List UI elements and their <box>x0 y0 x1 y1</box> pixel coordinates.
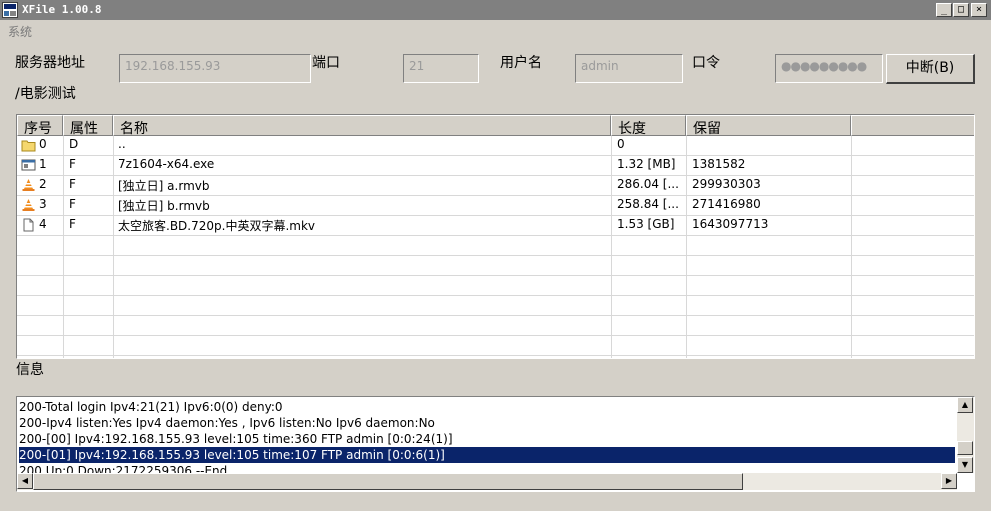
table-row[interactable]: 1 F 7z1604-x64.exe 1.32 [MB] 1381582 <box>17 156 974 176</box>
table-row[interactable]: 3 F [独立日] b.rmvb 258.84 [... 271416980 <box>17 196 974 216</box>
row-attr: D <box>69 137 79 151</box>
scroll-down-icon[interactable]: ▼ <box>957 457 973 473</box>
port-input[interactable]: 21 <box>403 54 479 83</box>
minimize-button[interactable]: _ <box>936 3 952 17</box>
row-attr: F <box>69 197 76 211</box>
row-reserved: 271416980 <box>692 197 761 211</box>
username-input[interactable]: admin <box>575 54 683 83</box>
vertical-scroll-thumb[interactable] <box>957 441 973 455</box>
folder-icon <box>21 140 36 152</box>
row-reserved: 1643097713 <box>692 217 769 231</box>
vlc-cone-icon <box>22 179 35 191</box>
row-index: 1 <box>39 157 47 171</box>
log-line[interactable]: 200-Ipv4 listen:Yes Ipv4 daemon:Yes , Ip… <box>19 415 955 431</box>
row-size: 286.04 [... <box>617 177 679 191</box>
port-label: 端口 <box>312 55 340 71</box>
row-name: 太空旅客.BD.720p.中英双字幕.mkv <box>118 219 315 233</box>
password-input[interactable]: ●●●●●●●●● <box>775 54 883 83</box>
column-size[interactable]: 长度 <box>611 115 686 137</box>
column-reserved[interactable]: 保留 <box>686 115 851 137</box>
current-path: /电影测试 <box>15 86 76 102</box>
table-row[interactable]: 0 D .. 0 <box>17 136 974 156</box>
row-index: 3 <box>39 197 47 211</box>
app-icon <box>2 2 18 18</box>
column-name[interactable]: 名称 <box>113 115 611 137</box>
window-title: XFile 1.00.8 <box>22 3 102 16</box>
log-line-selected[interactable]: 200-[01] Ipv4:192.168.155.93 level:105 t… <box>19 447 955 463</box>
password-label: 口令 <box>692 55 720 71</box>
server-address-input[interactable]: 192.168.155.93 <box>119 54 311 83</box>
list-header: 序号 属性 名称 长度 保留 <box>17 115 974 137</box>
row-name: 7z1604-x64.exe <box>118 157 215 171</box>
empty-row <box>17 316 974 336</box>
column-index[interactable]: 序号 <box>17 115 63 137</box>
row-size: 0 <box>617 137 625 151</box>
row-index: 2 <box>39 177 47 191</box>
disconnect-button[interactable]: 中断(B) <box>886 54 975 84</box>
empty-row <box>17 296 974 316</box>
info-label: 信息 <box>16 362 44 378</box>
table-row[interactable]: 2 F [独立日] a.rmvb 286.04 [... 299930303 <box>17 176 974 196</box>
row-size: 1.53 [GB] <box>617 217 675 231</box>
row-attr: F <box>69 177 76 191</box>
menu-system[interactable]: 系统 <box>8 23 32 40</box>
horizontal-scroll-thumb[interactable] <box>33 473 743 490</box>
row-attr: F <box>69 157 76 171</box>
scroll-right-icon[interactable]: ▶ <box>941 473 957 489</box>
row-attr: F <box>69 217 76 231</box>
scroll-up-icon[interactable]: ▲ <box>957 397 973 413</box>
column-attr[interactable]: 属性 <box>63 115 113 137</box>
log-horizontal-scrollbar[interactable]: ◀ ▶ <box>17 473 957 490</box>
title-bar[interactable] <box>0 0 991 20</box>
file-list[interactable]: 序号 属性 名称 长度 保留 0 D .. 0 1 F 7z1604-x64.e… <box>16 114 975 359</box>
file-icon <box>23 218 34 232</box>
vlc-cone-icon <box>22 199 35 211</box>
table-row[interactable]: 4 F 太空旅客.BD.720p.中英双字幕.mkv 1.53 [GB] 164… <box>17 216 974 236</box>
empty-row <box>17 336 974 356</box>
row-size: 1.32 [MB] <box>617 157 676 171</box>
empty-row <box>17 276 974 296</box>
scroll-left-icon[interactable]: ◀ <box>17 473 33 489</box>
maximize-button[interactable]: □ <box>953 3 969 17</box>
row-name: [独立日] a.rmvb <box>118 179 210 193</box>
username-label: 用户名 <box>500 55 542 71</box>
empty-row <box>17 236 974 256</box>
row-size: 258.84 [... <box>617 197 679 211</box>
row-reserved: 299930303 <box>692 177 761 191</box>
row-index: 0 <box>39 137 47 151</box>
exe-icon <box>21 159 36 171</box>
empty-row <box>17 256 974 276</box>
log-line[interactable]: 200-Total login Ipv4:21(21) Ipv6:0(0) de… <box>19 399 955 415</box>
log-vertical-scrollbar[interactable]: ▲ ▼ <box>957 397 974 473</box>
row-index: 4 <box>39 217 47 231</box>
log-line[interactable]: 200-[00] Ipv4:192.168.155.93 level:105 t… <box>19 431 955 447</box>
row-name: [独立日] b.rmvb <box>118 199 210 213</box>
row-name: .. <box>118 137 126 151</box>
row-reserved: 1381582 <box>692 157 746 171</box>
server-address-label: 服务器地址 <box>15 55 85 71</box>
row-reserved <box>688 137 692 155</box>
close-button[interactable]: × <box>971 3 987 17</box>
column-empty <box>851 115 974 136</box>
